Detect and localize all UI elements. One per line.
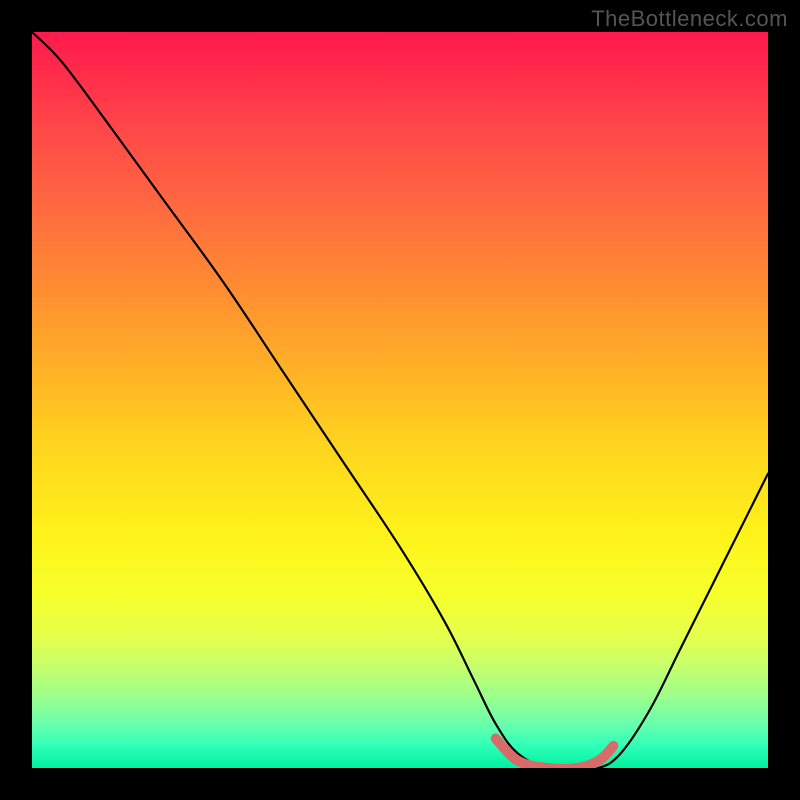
bottleneck-curve xyxy=(32,32,768,768)
watermark-text: TheBottleneck.com xyxy=(591,6,788,32)
curve-layer xyxy=(32,32,768,768)
optimal-band xyxy=(496,739,614,768)
plot-area xyxy=(32,32,768,768)
